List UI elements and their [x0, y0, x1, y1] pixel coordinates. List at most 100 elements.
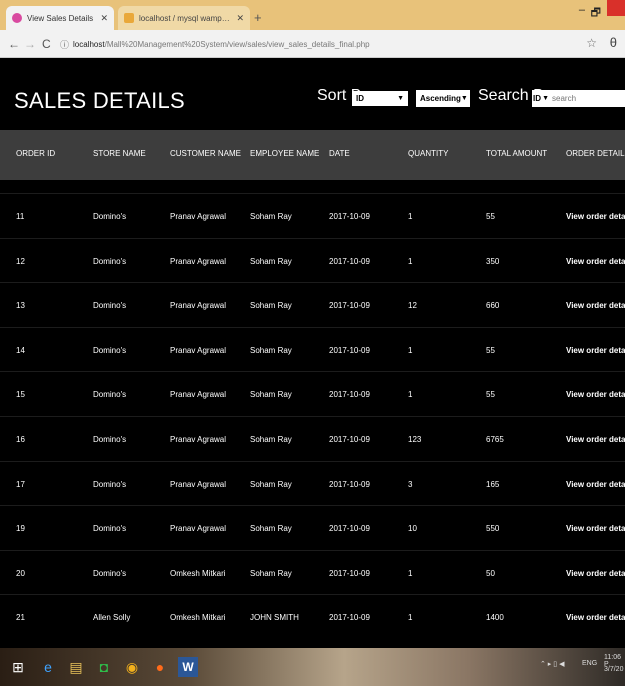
tab-title: localhost / mysql wampserver /	[139, 13, 233, 23]
view-order-details-link[interactable]: View order details	[566, 257, 625, 266]
sort-field-value: ID	[356, 94, 364, 103]
info-icon[interactable]: ⓘ	[60, 38, 69, 51]
table-row: 11 Domino's Pranav Agrawal Soham Ray 2017-10…	[0, 193, 625, 244]
cell-total-amount: 55	[486, 345, 495, 355]
edge-browser-icon[interactable]: e	[38, 657, 58, 677]
view-order-details-link[interactable]: View order details	[566, 613, 625, 622]
forward-icon[interactable]: →	[24, 37, 36, 51]
close-tab-icon[interactable]: ✕	[100, 13, 108, 24]
bookmark-star-icon[interactable]: ☆	[586, 36, 597, 50]
word-icon[interactable]: W	[178, 657, 198, 677]
cell-total-amount: 55	[486, 390, 495, 400]
url-field[interactable]: ⓘ localhost /Mall%20Management%20System/…	[60, 36, 560, 52]
cell-customer-name: Omkesh Mitkari	[170, 613, 226, 623]
table-row: 15 Domino's Pranav Agrawal Soham Ray 2017-10…	[0, 371, 625, 422]
sort-order-value: Ascending	[420, 94, 461, 103]
cell-total-amount: 1400	[486, 613, 504, 623]
profile-icon[interactable]: θ	[610, 35, 617, 50]
cell-total-amount: 50	[486, 568, 495, 578]
cell-store-name: Domino's	[93, 256, 127, 266]
column-header-store-name: STORE NAME	[93, 149, 146, 158]
cell-total-amount: 350	[486, 256, 500, 266]
system-tray-icons[interactable]: ⌃ ▸ ▯ ◀	[540, 660, 564, 668]
table-row: 21 Allen Solly Omkesh Mitkari JOHN SMITH 201…	[0, 594, 625, 645]
maximize-icon[interactable]: 🗗	[591, 4, 601, 23]
browser-tab-strip: View Sales Details ✕ localhost / mysql w…	[0, 0, 625, 30]
store-app-icon[interactable]: ◘	[94, 657, 114, 677]
firefox-icon[interactable]: ●	[150, 657, 170, 677]
cell-employee-name: JOHN SMITH	[250, 613, 299, 623]
sort-field-select[interactable]: ID ▼	[352, 91, 408, 106]
minimize-icon[interactable]: –	[579, 4, 585, 16]
tab-view-sales-details[interactable]: View Sales Details ✕	[6, 6, 114, 30]
view-order-details-link[interactable]: View order details	[566, 212, 625, 221]
cell-date: 2017-10-09	[329, 212, 370, 221]
table-row: 12 Domino's Pranav Agrawal Soham Ray 2017-10…	[0, 237, 625, 289]
cell-date: 2017-10-09	[329, 256, 370, 266]
language-indicator[interactable]: ENG	[582, 660, 597, 667]
column-header-date: DATE	[329, 149, 350, 158]
file-explorer-icon[interactable]: ▤	[66, 657, 86, 677]
table-row: 17 Domino's Pranav Agrawal Soham Ray 2017-10…	[0, 460, 625, 512]
page-title: SALES DETAILS	[14, 88, 186, 113]
cell-store-name: Domino's	[93, 524, 127, 534]
cell-employee-name: Soham Ray	[250, 524, 292, 534]
cell-order-id: 15	[16, 390, 25, 400]
cell-employee-name: Soham Ray	[250, 390, 292, 400]
chevron-down-icon: ▼	[397, 95, 404, 102]
cell-date: 2017-10-09	[329, 568, 370, 578]
cell-quantity: 12	[408, 301, 417, 311]
cell-order-id: 21	[16, 613, 25, 623]
search-input[interactable]	[550, 90, 625, 107]
cell-customer-name: Pranav Agrawal	[170, 390, 227, 400]
tab-phpmyadmin[interactable]: localhost / mysql wampserver / ✕	[118, 6, 250, 30]
cell-employee-name: Soham Ray	[250, 479, 292, 489]
close-tab-icon[interactable]: ✕	[236, 13, 244, 24]
cell-store-name: Domino's	[93, 435, 127, 444]
view-order-details-link[interactable]: View order details	[566, 301, 625, 310]
cell-customer-name: Pranav Agrawal	[170, 524, 227, 534]
sort-order-select[interactable]: Ascending ▼	[416, 90, 470, 107]
view-order-details-link[interactable]: View order details	[566, 435, 625, 444]
view-order-details-link[interactable]: View order details	[566, 480, 625, 489]
windows-start-icon[interactable]: ⊞	[8, 657, 28, 677]
back-icon[interactable]: ←	[8, 37, 20, 51]
windows-taskbar: ⊞ e ▤ ◘ ◉ ● W ⌃ ▸ ▯ ◀ ENG 11:06 P 3/7/20	[0, 648, 625, 686]
cell-employee-name: Soham Ray	[250, 435, 292, 444]
clock-date[interactable]: 3/7/20	[604, 666, 623, 673]
chrome-icon[interactable]: ◉	[122, 657, 142, 677]
search-field-select[interactable]: ID ▼	[532, 90, 550, 107]
cell-customer-name: Pranav Agrawal	[170, 345, 227, 355]
view-order-details-link[interactable]: View order details	[566, 524, 625, 533]
cell-employee-name: Soham Ray	[250, 212, 292, 221]
view-order-details-link[interactable]: View order details	[566, 569, 625, 578]
cell-order-id: 13	[16, 301, 25, 311]
view-order-details-link[interactable]: View order details	[566, 390, 625, 399]
cell-customer-name: Omkesh Mitkari	[170, 568, 226, 578]
cell-store-name: Domino's	[93, 301, 127, 311]
view-order-details-link[interactable]: View order details	[566, 346, 625, 355]
cell-total-amount: 55	[486, 212, 495, 221]
cell-customer-name: Pranav Agrawal	[170, 435, 227, 444]
tab-favicon-icon	[124, 13, 134, 23]
window-close-button[interactable]	[607, 0, 625, 16]
table-row: 20 Domino's Omkesh Mitkari Soham Ray 2017-10…	[0, 549, 625, 601]
search-field-value: ID	[533, 94, 541, 103]
url-path: /Mall%20Management%20System/view/sales/v…	[104, 39, 370, 49]
column-header-order-details: ORDER DETAILS	[566, 149, 625, 158]
tab-title: View Sales Details	[27, 13, 94, 23]
cell-employee-name: Soham Ray	[250, 345, 292, 355]
column-header-order-id: ORDER ID	[16, 149, 56, 158]
cell-order-id: 19	[16, 524, 25, 534]
cell-order-id: 16	[16, 435, 25, 444]
cell-store-name: Domino's	[93, 479, 127, 489]
cell-quantity: 1	[408, 613, 413, 623]
new-tab-button[interactable]: +	[254, 10, 262, 25]
cell-store-name: Domino's	[93, 568, 127, 578]
cell-total-amount: 550	[486, 524, 500, 534]
reload-icon[interactable]: C	[42, 37, 51, 51]
url-host: localhost	[73, 39, 105, 49]
cell-date: 2017-10-09	[329, 345, 370, 355]
column-header-total-amount: TOTAL AMOUNT	[486, 149, 548, 158]
chevron-down-icon: ▼	[542, 95, 549, 102]
